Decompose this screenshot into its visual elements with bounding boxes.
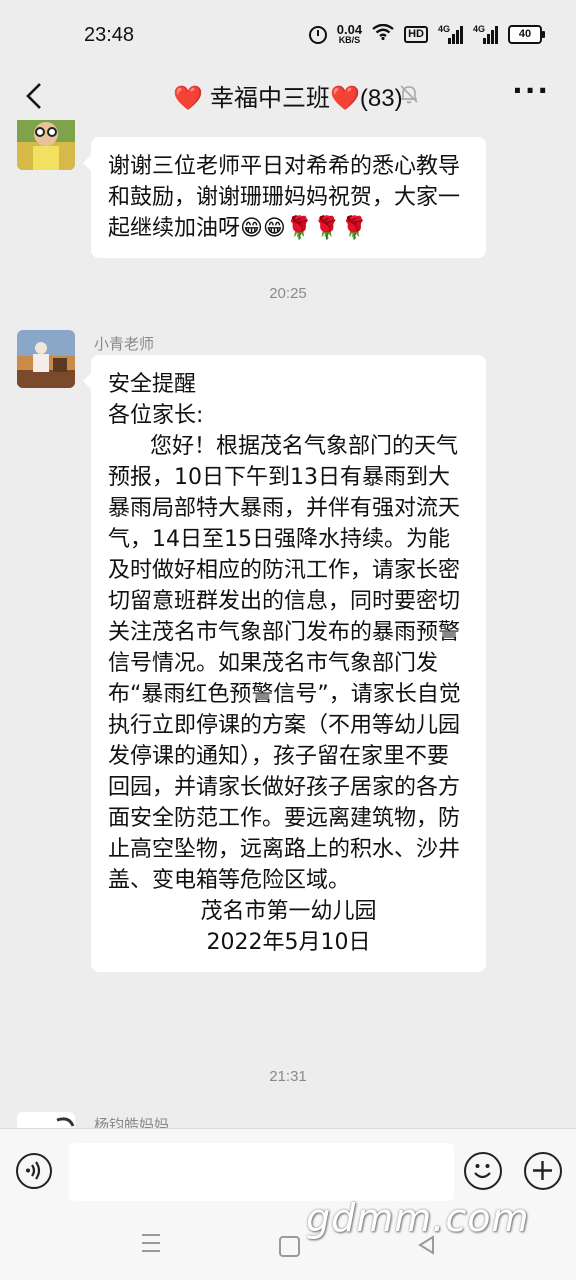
avatar[interactable] <box>17 1112 75 1128</box>
timestamp: 21:31 <box>269 1068 307 1085</box>
message-bubble[interactable]: 谢谢三位老师平日对希希的悉心教导和鼓励，谢谢珊珊妈妈祝贺，大家一起继续加油呀😁😁… <box>83 137 486 258</box>
timestamp: 20:25 <box>269 285 307 302</box>
chat-header: ❤️ 幸福中三班❤️(83) ··· <box>0 72 576 118</box>
signal-icon: 4G <box>438 24 463 44</box>
home-icon[interactable] <box>279 1236 300 1257</box>
chat-list[interactable]: 谢谢三位老师平日对希希的悉心教导和鼓励，谢谢珊珊妈妈祝贺，大家一起继续加油呀😁😁… <box>0 120 576 1128</box>
alarm-icon <box>308 25 327 44</box>
group-name: 幸福中三班 <box>209 85 330 112</box>
network-speed: 0.04 KB/S <box>336 21 363 45</box>
plus-button[interactable] <box>524 1152 562 1190</box>
chat-title: ❤️ 幸福中三班❤️(83) <box>0 78 576 113</box>
signal-icon-2: 4G <box>473 24 498 44</box>
menu-icon[interactable] <box>142 1234 160 1258</box>
heart-icon: ❤️ <box>329 85 360 112</box>
voice-icon <box>26 1161 41 1180</box>
message-input[interactable] <box>69 1143 454 1201</box>
plus-icon <box>533 1161 552 1180</box>
signature-org: 茂名市第一幼儿园 <box>200 899 377 924</box>
member-count: (83) <box>359 85 403 112</box>
status-bar: 23:48 0.04 KB/S HD 4G 4G 40 <box>0 0 576 72</box>
avatar[interactable] <box>17 330 75 388</box>
wifi-icon <box>372 23 394 45</box>
avatar[interactable] <box>17 120 75 170</box>
status-time: 23:48 <box>84 24 135 46</box>
message-text: 安全提醒 各位家长: 您好！根据茂名气象部门的天气预报，10日下午到13日有暴雨… <box>108 372 461 893</box>
message-bubble[interactable]: 安全提醒 各位家长: 您好！根据茂名气象部门的天气预报，10日下午到13日有暴雨… <box>83 355 486 972</box>
status-icons: 0.04 KB/S HD 4G 4G 40 <box>308 21 545 45</box>
smiley-icon <box>474 1164 491 1179</box>
sender-name: 杨钧皓妈妈 <box>94 1116 170 1128</box>
signature-date: 2022年5月10日 <box>206 930 371 955</box>
watermark: gdmm.com <box>306 1196 530 1240</box>
voice-button[interactable] <box>16 1153 52 1189</box>
emoji-button[interactable] <box>464 1152 502 1190</box>
sender-name: 小青老师 <box>94 335 155 353</box>
battery-icon: 40 <box>508 25 545 44</box>
heart-icon: ❤️ <box>173 85 204 112</box>
mute-bell-icon <box>398 83 420 105</box>
hd-icon: HD <box>404 26 428 43</box>
more-button[interactable]: ··· <box>512 77 550 105</box>
